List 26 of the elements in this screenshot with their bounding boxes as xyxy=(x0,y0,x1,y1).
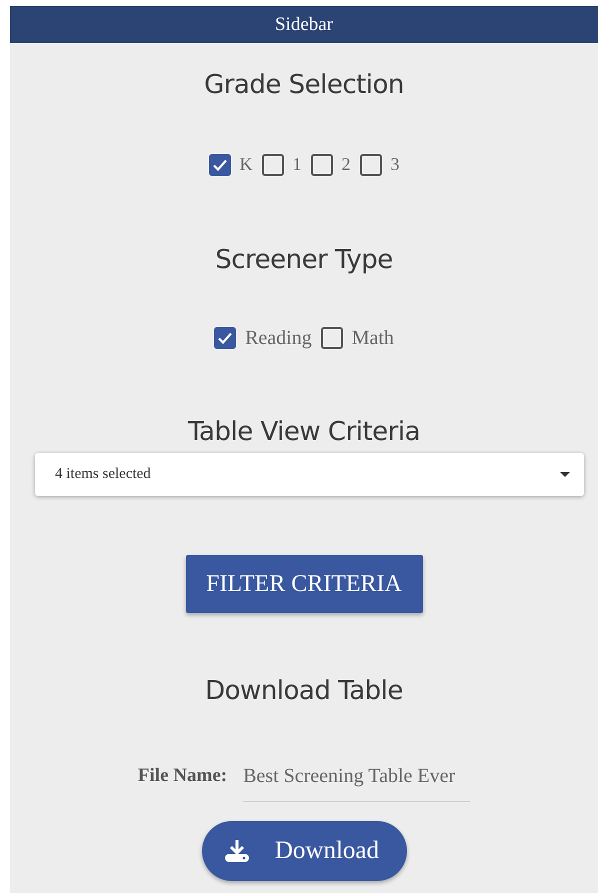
checkbox-label: Reading xyxy=(245,326,312,352)
checkbox[interactable] xyxy=(360,154,382,176)
checkbox-label: 3 xyxy=(390,153,400,176)
filter-criteria-button[interactable]: FILTER CRITERIA xyxy=(186,554,422,613)
field-label: File Name: xyxy=(138,764,228,788)
checkbox[interactable] xyxy=(320,327,343,350)
checkbox-label: 2 xyxy=(342,153,350,176)
file-name-field[interactable]: Best Screening Table Ever xyxy=(243,756,470,802)
checkbox-label: K xyxy=(240,153,252,176)
dropdown-value: 4 items selected xyxy=(55,464,151,484)
checkbox-label: Math xyxy=(352,326,394,352)
section-heading: Download Table xyxy=(204,676,404,707)
section-heading: Screener Type xyxy=(214,245,394,276)
download-icon xyxy=(224,838,250,863)
criteria-dropdown[interactable]: 4 items selected xyxy=(35,452,584,496)
section-heading: Grade Selection xyxy=(203,70,405,102)
checkbox[interactable] xyxy=(214,327,236,350)
checkmark-icon xyxy=(217,330,234,346)
download-button[interactable]: Download xyxy=(202,820,407,881)
checkbox[interactable] xyxy=(262,154,284,176)
checkbox[interactable] xyxy=(208,154,230,176)
checkbox[interactable] xyxy=(310,154,332,176)
sidebar-header: Sidebar xyxy=(10,6,598,43)
checkbox-label: 1 xyxy=(292,153,302,176)
section-heading: Table View Criteria xyxy=(186,417,422,449)
caret-icon xyxy=(560,472,570,477)
